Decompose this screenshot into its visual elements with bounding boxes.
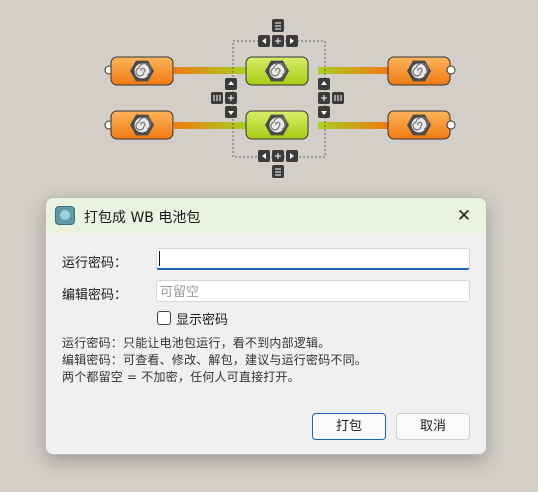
wire-bottom-left bbox=[174, 122, 246, 129]
component-green-top[interactable] bbox=[245, 56, 309, 86]
wire-bottom-right bbox=[318, 122, 388, 129]
help-line-empty: 两个都留空 = 不加密，任何人可直接打开。 bbox=[62, 370, 300, 384]
dialog-title: 打包成 WB 电池包 bbox=[84, 210, 201, 226]
show-password-checkbox[interactable] bbox=[157, 311, 171, 325]
help-line-run: 运行密码：只能让电池包运行，看不到内部逻辑。 bbox=[62, 336, 331, 350]
bottom-controls[interactable] bbox=[258, 150, 298, 178]
wire-top-right bbox=[318, 67, 388, 74]
component-orange-bottom-left[interactable] bbox=[104, 110, 174, 140]
app-icon bbox=[55, 206, 75, 225]
top-controls[interactable] bbox=[258, 19, 298, 47]
component-orange-top-left[interactable] bbox=[104, 56, 174, 86]
component-orange-bottom-right[interactable] bbox=[387, 110, 456, 140]
run-password-field[interactable] bbox=[156, 248, 470, 270]
edit-password-field[interactable] bbox=[156, 280, 470, 302]
cancel-button[interactable]: 取消 bbox=[396, 413, 470, 440]
close-button[interactable]: ✕ bbox=[442, 198, 486, 234]
right-controls[interactable] bbox=[318, 78, 344, 118]
component-orange-top-right[interactable] bbox=[387, 56, 456, 86]
pack-dialog: 打包成 WB 电池包 ✕ 运行密码： 编辑密码： 显示密码 运行密码：只能让电池… bbox=[45, 197, 487, 455]
edit-password-label: 编辑密码： bbox=[62, 288, 128, 303]
left-controls[interactable] bbox=[211, 78, 237, 118]
wire-top-left bbox=[174, 67, 246, 74]
show-password-label[interactable]: 显示密码 bbox=[176, 309, 228, 328]
run-password-label: 运行密码： bbox=[62, 256, 128, 271]
component-green-bottom[interactable] bbox=[245, 110, 309, 140]
pack-button[interactable]: 打包 bbox=[312, 413, 386, 440]
dialog-titlebar: 打包成 WB 电池包 ✕ bbox=[46, 198, 486, 234]
help-line-edit: 编辑密码：可查看、修改、解包，建议与运行密码不同。 bbox=[62, 353, 368, 367]
text-caret bbox=[159, 251, 160, 266]
